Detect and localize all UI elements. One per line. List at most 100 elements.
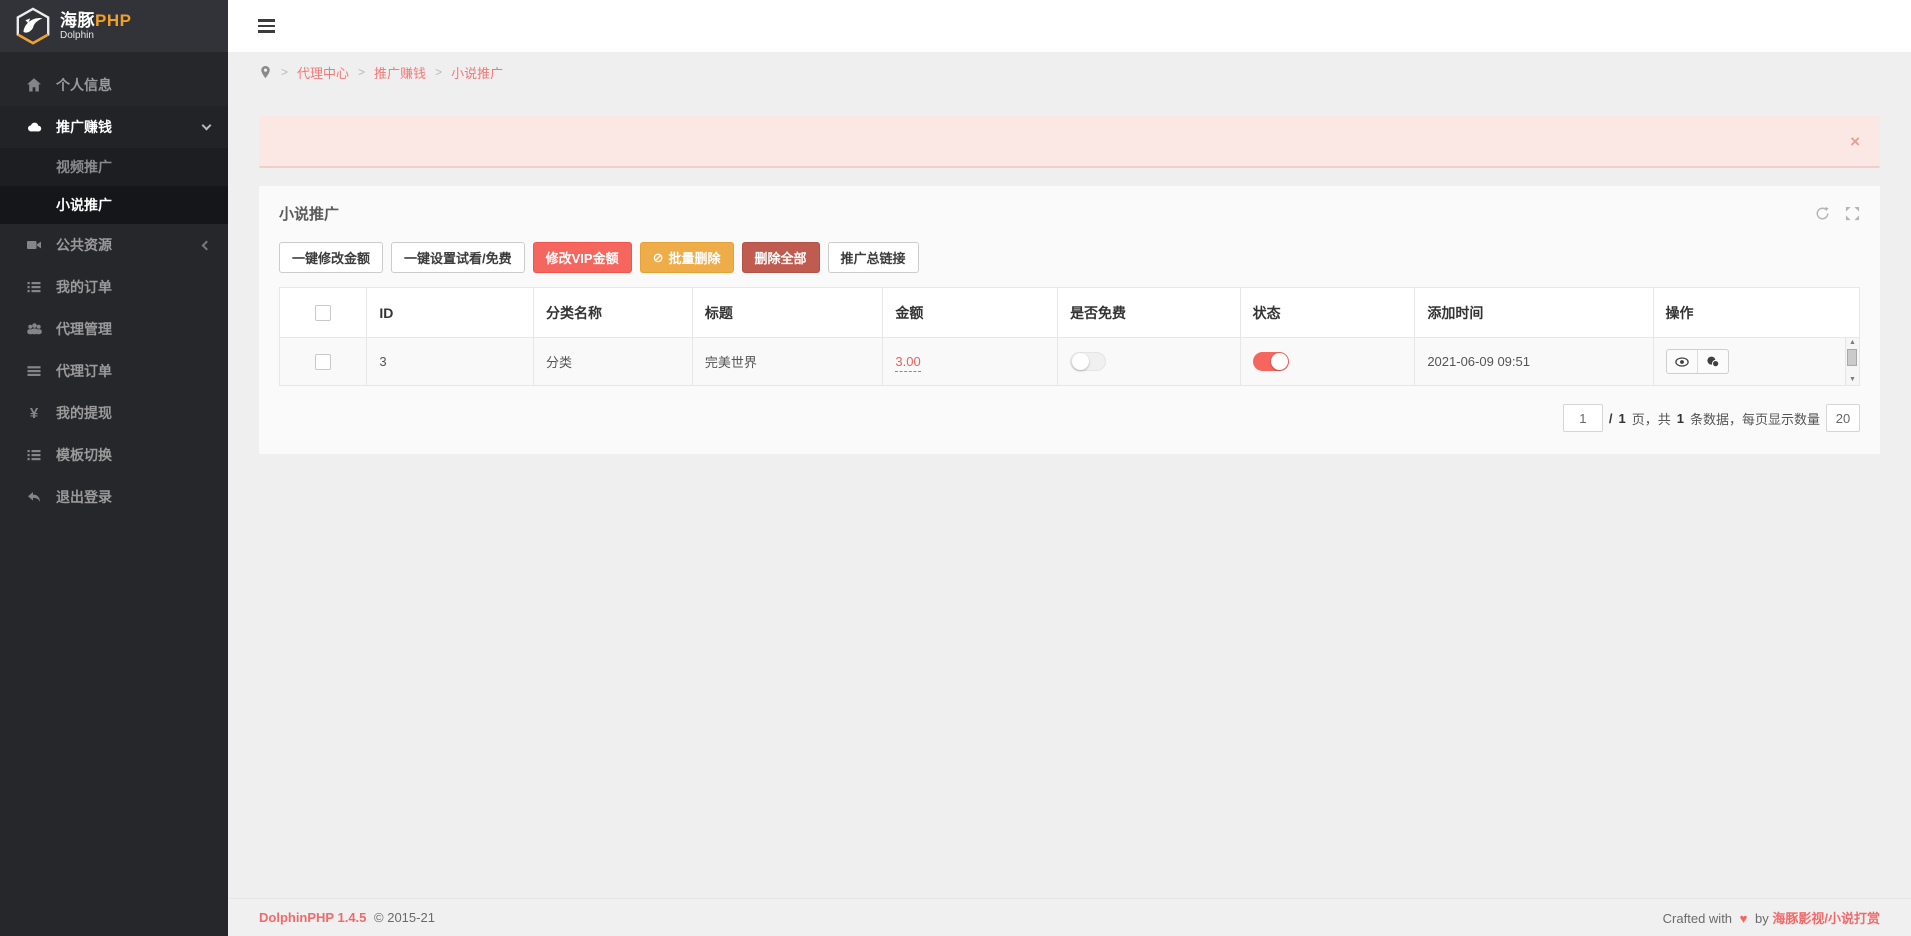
row-checkbox[interactable] [315, 354, 331, 370]
pagination-total-pages: 1 [1619, 411, 1626, 426]
column-header-free: 是否免费 [1058, 288, 1241, 338]
column-header-amount: 金额 [883, 288, 1058, 338]
column-header-actions: 操作 [1653, 288, 1859, 338]
preview-button[interactable] [1667, 350, 1697, 373]
cell-category: 分类 [534, 338, 693, 386]
page-title: 小说推广 [279, 203, 339, 224]
sidebar-item-label: 代理订单 [56, 361, 210, 381]
sidebar-item-logout[interactable]: 退出登录 [0, 476, 228, 518]
sidebar-item-label: 个人信息 [56, 75, 210, 95]
breadcrumb-separator: > [435, 65, 442, 79]
edit-vip-amount-button[interactable]: 修改VIP金额 [533, 242, 632, 273]
sidebar-item-label: 退出登录 [56, 487, 210, 507]
button-label: 修改VIP金额 [546, 248, 619, 267]
sidebar-item-my-orders[interactable]: 我的订单 [0, 266, 228, 308]
footer-left: DolphinPHP 1.4.5 © 2015-21 [259, 910, 439, 925]
footer-site-link[interactable]: 海豚影视/小说打赏 [1772, 911, 1880, 926]
button-label: 一键设置试看/免费 [404, 248, 512, 267]
sidebar-submenu: 视频推广 小说推广 [0, 148, 228, 224]
promote-link-copy-button[interactable] [1697, 350, 1728, 373]
home-icon [24, 77, 44, 93]
column-header-title: 标题 [692, 288, 883, 338]
scrollbar-thumb[interactable] [1847, 349, 1857, 366]
amount-editable-link[interactable]: 3.00 [895, 354, 920, 372]
sidebar-item-label: 推广赚钱 [56, 117, 203, 137]
eye-icon [1675, 356, 1689, 368]
panel-novel-promote: 小说推广 一键修改金额 一键设置试看/免费 修改VIP金额 ⊘批量删除 [259, 186, 1880, 454]
map-pin-icon [259, 65, 272, 80]
expand-icon[interactable] [1845, 206, 1860, 221]
delete-all-button[interactable]: 删除全部 [742, 242, 820, 273]
data-table-wrap: ID 分类名称 标题 金额 是否免费 状态 添加时间 操作 [279, 287, 1860, 386]
footer-brand: DolphinPHP 1.4.5 [259, 910, 366, 925]
brand-text: 海豚PHP Dolphin [60, 12, 131, 41]
breadcrumb-link-promote-earn[interactable]: 推广赚钱 [374, 63, 426, 82]
breadcrumb-link-agent-center[interactable]: 代理中心 [297, 63, 349, 82]
brand-php: PHP [95, 11, 131, 30]
logout-icon [24, 489, 44, 505]
batch-delete-button[interactable]: ⊘批量删除 [640, 242, 734, 273]
breadcrumb: > 代理中心 > 推广赚钱 > 小说推广 [259, 54, 1880, 90]
toggle-knob [1072, 353, 1089, 370]
panel-tools [1815, 206, 1860, 221]
cell-amount: 3.00 [883, 338, 1058, 386]
status-toggle[interactable] [1253, 352, 1289, 371]
footer-by-text: by [1755, 911, 1769, 926]
button-label: 推广总链接 [841, 248, 906, 267]
bulk-edit-amount-button[interactable]: 一键修改金额 [279, 242, 383, 273]
sidebar-item-promote-earn[interactable]: 推广赚钱 [0, 106, 228, 148]
alert-banner: × [259, 116, 1880, 168]
sidebar-item-profile[interactable]: 个人信息 [0, 64, 228, 106]
cell-added-time: 2021-06-09 09:51 [1415, 338, 1653, 386]
cell-id: 3 [367, 338, 534, 386]
app-window: 海豚PHP Dolphin 个人信息 推广赚钱 视频 [0, 0, 1911, 936]
row-checkbox-cell [280, 338, 367, 386]
page-number-input[interactable] [1563, 404, 1603, 432]
sidebar-item-agent-orders[interactable]: 代理订单 [0, 350, 228, 392]
footer-right: Crafted with ♥ by 海豚影视/小说打赏 [1663, 908, 1880, 927]
sidebar-toggle-icon[interactable] [252, 13, 281, 39]
sidebar-item-label: 公共资源 [56, 235, 203, 255]
remove-circle-icon: ⊘ [653, 250, 664, 266]
refresh-icon[interactable] [1815, 206, 1830, 221]
select-all-checkbox[interactable] [315, 305, 331, 321]
cell-status [1240, 338, 1415, 386]
toggle-knob [1271, 353, 1288, 370]
table-header-row: ID 分类名称 标题 金额 是否免费 状态 添加时间 操作 [280, 288, 1860, 338]
sidebar-menu: 个人信息 推广赚钱 视频推广 小说推广 [0, 52, 228, 518]
toolbar: 一键修改金额 一键设置试看/免费 修改VIP金额 ⊘批量删除 删除全部 推广总链… [259, 240, 1880, 287]
scroll-up-icon[interactable]: ▲ [1849, 339, 1856, 347]
main-area: > 代理中心 > 推广赚钱 > 小说推广 × 小说推广 [228, 0, 1911, 936]
bulk-set-trial-free-button[interactable]: 一键设置试看/免费 [391, 242, 525, 273]
chevron-down-icon [202, 121, 212, 131]
page-size-input[interactable] [1826, 404, 1860, 432]
sidebar-item-video-promote[interactable]: 视频推广 [0, 148, 228, 186]
sidebar-item-label: 我的订单 [56, 277, 210, 297]
pagination-slash: / [1609, 411, 1613, 426]
sidebar-item-template-switch[interactable]: 模板切换 [0, 434, 228, 476]
sidebar-item-public-resource[interactable]: 公共资源 [0, 224, 228, 266]
list-icon [24, 279, 44, 295]
brand-cn: 海豚 [60, 11, 95, 30]
sidebar-item-label: 视频推广 [56, 157, 112, 177]
topbar [228, 0, 1911, 52]
logo[interactable]: 海豚PHP Dolphin [0, 0, 228, 52]
table-scrollbar[interactable]: ▲ ▼ [1845, 338, 1859, 385]
sidebar-item-label: 小说推广 [56, 195, 112, 215]
breadcrumb-current[interactable]: 小说推广 [451, 63, 503, 82]
column-header-category: 分类名称 [534, 288, 693, 338]
breadcrumb-separator: > [358, 65, 365, 79]
free-toggle[interactable] [1070, 352, 1106, 371]
sidebar-item-agent-manage[interactable]: 代理管理 [0, 308, 228, 350]
pagination-total-items: 1 [1677, 411, 1684, 426]
column-header-status: 状态 [1240, 288, 1415, 338]
scroll-down-icon[interactable]: ▼ [1849, 376, 1856, 384]
close-icon[interactable]: × [1850, 133, 1860, 150]
column-header-added-time: 添加时间 [1415, 288, 1653, 338]
sidebar-item-novel-promote[interactable]: 小说推广 [0, 186, 228, 224]
footer: DolphinPHP 1.4.5 © 2015-21 Crafted with … [228, 898, 1911, 936]
yen-icon: ¥ [24, 405, 44, 422]
sidebar-item-withdraw[interactable]: ¥ 我的提现 [0, 392, 228, 434]
sidebar: 海豚PHP Dolphin 个人信息 推广赚钱 视频 [0, 0, 228, 936]
promote-link-button[interactable]: 推广总链接 [828, 242, 919, 273]
